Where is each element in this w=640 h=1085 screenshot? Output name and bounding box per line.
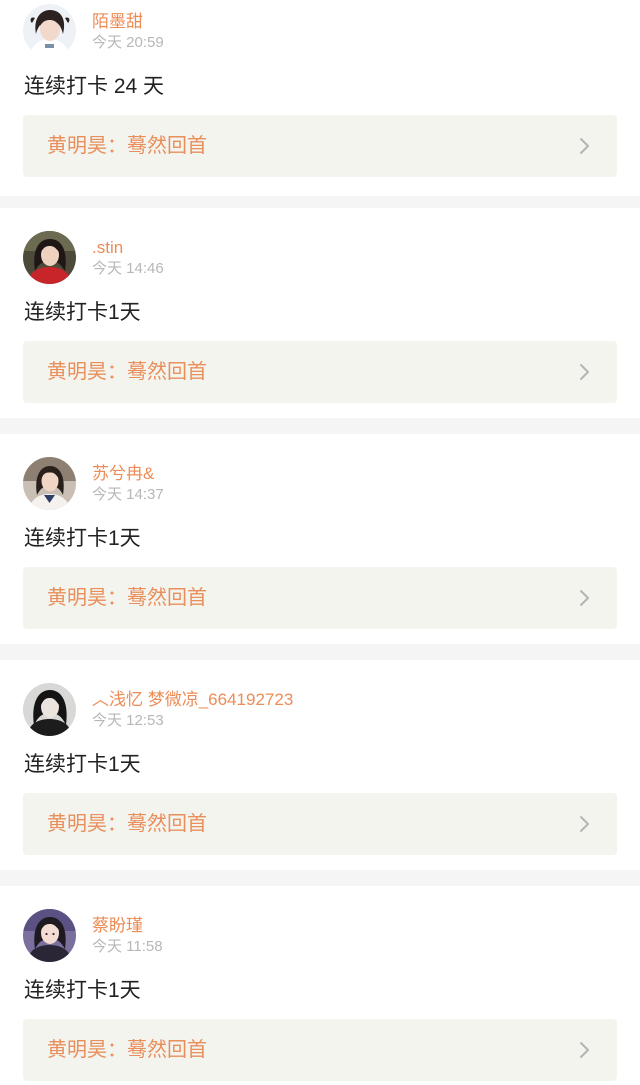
book-link[interactable]: 黄明昊：蓦然回首 [23,1019,617,1081]
book-title: 黄明昊：蓦然回首 [47,135,207,157]
username[interactable]: 蔡盼瑾 [92,916,143,936]
post-time: 今天 11:58 [92,938,163,955]
avatar-girl-purple-icon [23,909,76,962]
book-title: 黄明昊：蓦然回首 [47,1039,207,1061]
post-content: 连续打卡1天 [24,301,141,324]
user-avatar[interactable] [23,683,76,736]
avatar-girl-white-shirt-icon [23,4,76,57]
user-avatar[interactable] [23,457,76,510]
user-avatar[interactable] [23,909,76,962]
book-link[interactable]: 黄明昊：蓦然回首 [23,341,617,403]
chevron-right-icon [580,1042,589,1058]
username[interactable]: ︿浅忆 梦微凉_664192723 [92,690,293,710]
chevron-right-icon [580,816,589,832]
post-time: 今天 14:37 [92,486,164,503]
checkin-feed: 陌墨甜 今天 20:59 连续打卡 24 天 黄明昊：蓦然回首 .stin 今天… [0,0,640,1085]
avatar-girl-school-icon [23,457,76,510]
post-content: 连续打卡1天 [24,527,141,550]
book-title: 黄明昊：蓦然回首 [47,813,207,835]
avatar-girl-red-top-icon [23,231,76,284]
username[interactable]: .stin [92,238,123,258]
avatar-girl-dark-icon [23,683,76,736]
post-time: 今天 14:46 [92,260,164,277]
user-avatar[interactable] [23,4,76,57]
chevron-right-icon [580,590,589,606]
book-title: 黄明昊：蓦然回首 [47,587,207,609]
book-link[interactable]: 黄明昊：蓦然回首 [23,793,617,855]
post-card: 苏兮冉& 今天 14:37 连续打卡1天 黄明昊：蓦然回首 [0,434,640,644]
username[interactable]: 陌墨甜 [92,12,143,32]
post-content: 连续打卡 24 天 [24,75,165,98]
user-avatar[interactable] [23,231,76,284]
post-card: 蔡盼瑾 今天 11:58 连续打卡1天 黄明昊：蓦然回首 [0,886,640,1085]
post-card: .stin 今天 14:46 连续打卡1天 黄明昊：蓦然回首 [0,208,640,418]
username[interactable]: 苏兮冉& [92,464,154,484]
post-content: 连续打卡1天 [24,979,141,1002]
chevron-right-icon [580,364,589,380]
book-link[interactable]: 黄明昊：蓦然回首 [23,115,617,177]
book-title: 黄明昊：蓦然回首 [47,361,207,383]
post-time: 今天 12:53 [92,712,164,729]
chevron-right-icon [580,138,589,154]
post-time: 今天 20:59 [92,34,164,51]
post-card: ︿浅忆 梦微凉_664192723 今天 12:53 连续打卡1天 黄明昊：蓦然… [0,660,640,870]
post-card: 陌墨甜 今天 20:59 连续打卡 24 天 黄明昊：蓦然回首 [0,0,640,196]
book-link[interactable]: 黄明昊：蓦然回首 [23,567,617,629]
post-content: 连续打卡1天 [24,753,141,776]
